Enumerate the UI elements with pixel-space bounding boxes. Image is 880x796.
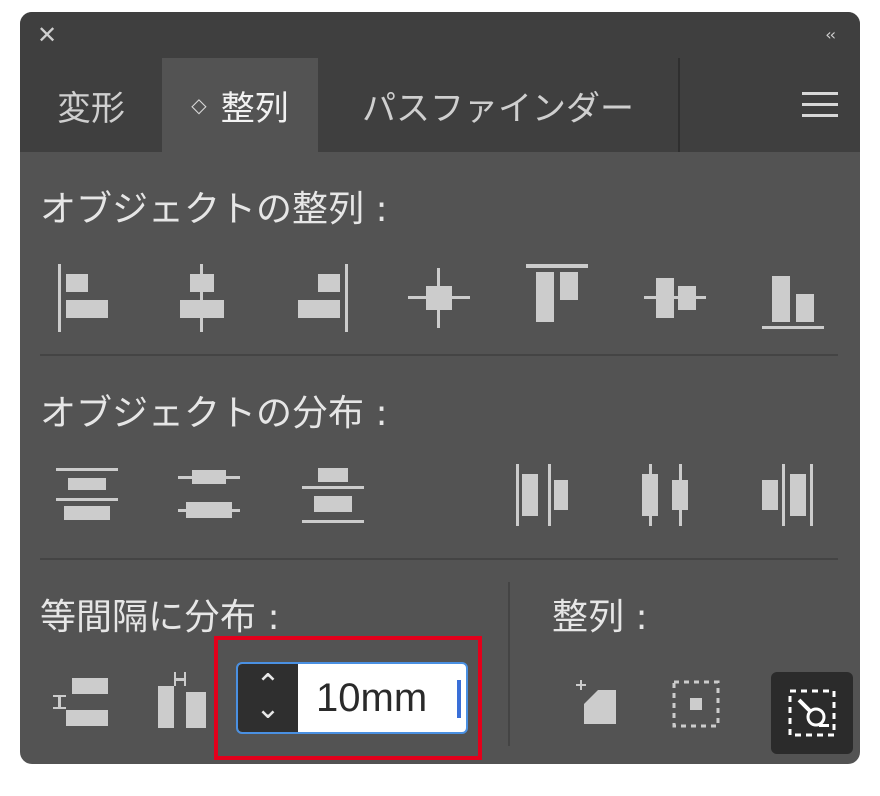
tab-align[interactable]: ◇ 整列 [162,58,318,152]
align-center-both-icon[interactable] [406,264,472,332]
close-icon[interactable]: ✕ [34,22,60,48]
tab-bar: 変形 ◇ 整列 パスファインダー [20,58,860,152]
vertical-distribute-space-icon[interactable] [50,674,116,730]
collapse-icon[interactable]: ‹‹ [825,26,836,44]
tab-transform[interactable]: 変形 [20,58,162,152]
tab-pathfinder-label: パスファインダー [362,88,634,129]
align-right-icon[interactable] [292,264,352,332]
align-to-title: 整列 : [552,597,648,638]
align-left-icon[interactable] [54,264,114,332]
align-horizontal-center-icon[interactable] [172,264,232,332]
align-to-key-object-icon [785,686,839,740]
align-to-key-object-button[interactable] [771,672,853,754]
align-bottom-icon[interactable] [760,264,826,332]
distribute-right-icon[interactable] [754,460,818,530]
section-divider [40,354,838,356]
distribute-vertical-center-icon[interactable] [176,464,242,528]
annotation-highlight [214,636,482,760]
tab-align-label: 整列 [220,88,289,129]
tab-transform-label: 変形 [57,88,125,129]
distribute-horizontal-center-icon[interactable] [634,460,698,530]
distribute-left-icon[interactable] [512,460,576,530]
align-vertical-center-icon[interactable] [642,264,708,332]
distribute-bottom-icon[interactable] [300,464,366,528]
distribute-objects-title: オブジェクトの分布 : [40,393,388,434]
distribute-spacing-title: 等間隔に分布 : [40,597,280,638]
distribute-top-icon[interactable] [54,464,120,528]
align-top-icon[interactable] [524,264,590,332]
panel-titlebar: ✕ ‹‹ [20,12,860,58]
align-to-artboard-icon[interactable] [668,676,724,732]
tab-pathfinder[interactable]: パスファインダー [318,58,680,152]
align-objects-title: オブジェクトの整列 : [40,189,388,230]
panel-menu-icon[interactable] [802,88,842,122]
horizontal-distribute-space-icon[interactable] [154,668,214,732]
column-divider [508,582,510,746]
align-to-selection-icon[interactable] [568,674,624,730]
section-divider [40,558,838,560]
tab-options-icon: ◇ [191,93,207,117]
